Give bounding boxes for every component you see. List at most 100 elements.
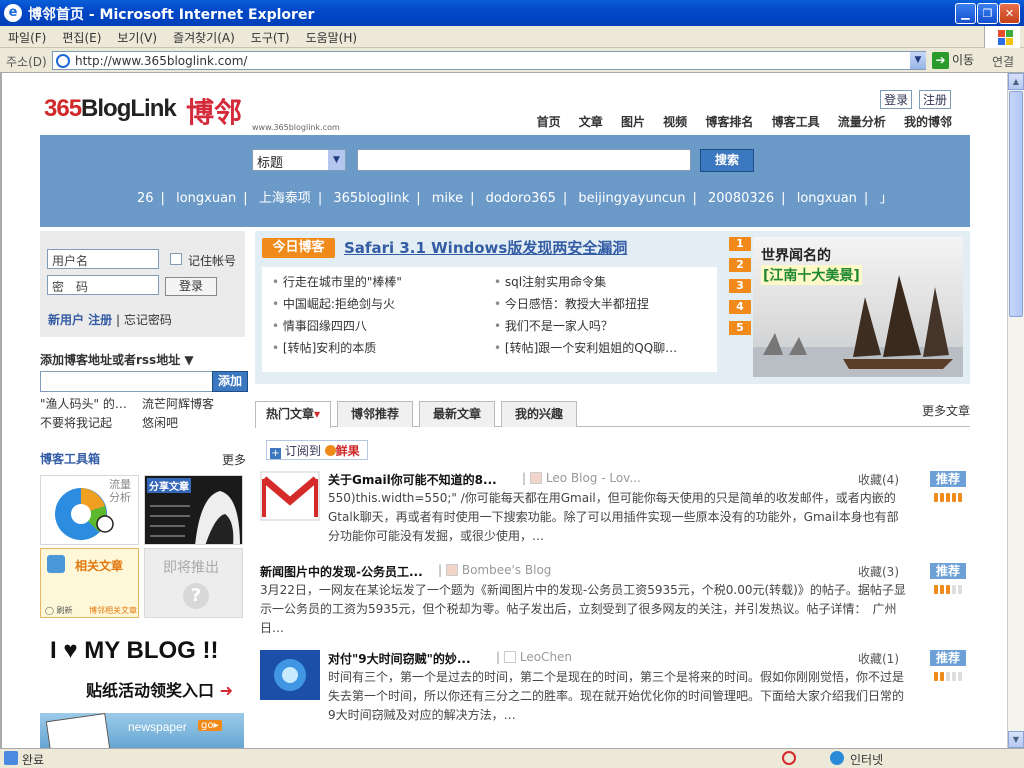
new-user-link[interactable]: 新用户 注册 (48, 313, 112, 327)
recommend-button[interactable]: 推荐 (930, 650, 966, 666)
featured-item[interactable]: 中国崛起:拒绝剑与火 (272, 295, 492, 317)
clock-thumbnail[interactable] (260, 650, 320, 700)
minimize-button[interactable]: ▁ (955, 3, 976, 24)
add-rss-button[interactable]: 添加 (212, 371, 248, 392)
menu-edit[interactable]: 편집(E) (54, 26, 109, 49)
nav-images[interactable]: 图片 (621, 115, 645, 129)
article-title[interactable]: 新闻图片中的发现-公务员工... (260, 563, 423, 580)
menu-file[interactable]: 파일(F) (0, 26, 54, 49)
recent-blog-link[interactable]: 不要将我记起 (40, 414, 127, 433)
remember-checkbox[interactable] (170, 253, 182, 265)
restore-button[interactable]: ❐ (977, 3, 998, 24)
tile-share[interactable]: 分享文章 (144, 475, 243, 545)
login-button[interactable]: 登录 (165, 277, 217, 296)
tile-coming-soon[interactable]: 即将推出 ? (144, 548, 243, 618)
tag-link[interactable]: 365bloglink (333, 191, 409, 206)
nav-traffic[interactable]: 流量分析 (838, 115, 886, 129)
tag-link[interactable]: longxuan (176, 191, 236, 206)
featured-item[interactable]: 我们不是一家人吗？ (494, 317, 714, 339)
tag-link[interactable]: 26 (137, 191, 154, 206)
favorite-count[interactable]: 收藏(3) (858, 563, 899, 580)
tag-link[interactable]: beijingyayuncun (578, 191, 685, 206)
tab-interest[interactable]: 我的兴趣 (501, 401, 577, 427)
featured-item[interactable]: sql注射实用命令集 (494, 273, 714, 295)
article-author[interactable]: | Leo Blog - Lov... (522, 471, 641, 485)
newspaper-banner[interactable]: newspaper go▸ (40, 713, 244, 748)
search-button[interactable]: 搜索 (700, 149, 754, 172)
tile-traffic[interactable]: 流量分析 (40, 475, 139, 545)
forgot-password-link[interactable]: 忘记密码 (124, 313, 172, 327)
featured-item[interactable]: 情事囧缘四四八 (272, 317, 492, 339)
featured-headline[interactable]: Safari 3.1 Windows版发现两安全漏洞 (344, 237, 627, 258)
menu-favorites[interactable]: 즐겨찾기(A) (165, 26, 243, 49)
username-field[interactable]: 用户名 (47, 249, 159, 269)
address-input[interactable]: http://www.365bloglink.com/ (52, 51, 926, 70)
slide-number[interactable]: 3 (729, 279, 751, 293)
featured-item[interactable]: [转帖]安利的本质 (272, 339, 492, 361)
search-type-select[interactable]: 标题 ▼ (252, 149, 346, 171)
links-label[interactable]: 연결 (992, 53, 1014, 70)
menu-help[interactable]: 도움말(H) (298, 26, 366, 49)
featured-image[interactable]: 世界闻名的 [江南十大美景] (753, 237, 963, 377)
tag-link[interactable]: 上海泰项 (259, 191, 311, 206)
nav-ranking[interactable]: 博客排名 (705, 115, 753, 129)
slide-number[interactable]: 2 (729, 258, 751, 272)
search-input[interactable] (357, 149, 691, 171)
favorite-count[interactable]: 收藏(4) (858, 471, 899, 488)
toolbox-more-link[interactable]: 更多 (222, 451, 246, 468)
close-button[interactable]: ✕ (999, 3, 1020, 24)
rating-bar-segment (958, 672, 962, 681)
menu-tools[interactable]: 도구(T) (243, 26, 298, 49)
tag-link[interactable]: longxuan (797, 191, 857, 206)
vertical-scrollbar[interactable]: ▲ ▼ (1007, 73, 1024, 748)
address-dropdown-icon[interactable]: ▼ (910, 52, 926, 69)
scroll-up-icon[interactable]: ▲ (1008, 73, 1024, 90)
recommend-button[interactable]: 推荐 (930, 563, 966, 579)
site-logo[interactable]: 365BlogLink 博邻 www.365bloglink.com (44, 95, 340, 132)
slide-number[interactable]: 5 (729, 321, 751, 335)
scroll-thumb[interactable] (1009, 91, 1023, 317)
nav-tools[interactable]: 博客工具 (772, 115, 820, 129)
tile-related-label: 相关文章 (75, 559, 124, 573)
my-blog-banner[interactable]: I ♥ MY BLOG !! 贴纸活动领奖入口 ➜ (40, 631, 244, 701)
recent-blog-link[interactable]: 悠闲吧 (142, 414, 262, 433)
subscribe-button[interactable]: + 订阅到 鲜果 (266, 440, 368, 460)
scroll-down-icon[interactable]: ▼ (1008, 731, 1024, 748)
recent-blog-link[interactable]: "渔人码头" 的… (40, 395, 127, 414)
more-articles-link[interactable]: 更多文章 (922, 402, 970, 419)
go-button[interactable]: ➔ 이동 (932, 51, 984, 70)
featured-item[interactable]: [转帖]跟一个安利姐姐的QQ聊… (494, 339, 714, 361)
tab-latest[interactable]: 最新文章 (419, 401, 495, 427)
tab-hot[interactable]: 热门文章▾ (255, 401, 331, 428)
register-link[interactable]: 注册 (918, 90, 951, 109)
menu-view[interactable]: 보기(V) (109, 26, 165, 49)
article-title[interactable]: 关于Gmail你可能不知道的8... (328, 471, 497, 488)
featured-item[interactable]: 今日感悟：教授大半都扭捏 (494, 295, 714, 317)
recommend-button[interactable]: 推荐 (930, 471, 966, 487)
tab-recommended[interactable]: 博邻推荐 (337, 401, 413, 427)
windows-logo-icon (984, 26, 1020, 48)
featured-item[interactable]: 行走在城市里的"棒棒" (272, 273, 492, 295)
nav-home[interactable]: 首页 (537, 115, 561, 129)
nav-my[interactable]: 我的博邻 (904, 115, 952, 129)
gmail-icon[interactable] (260, 471, 320, 521)
tag-link[interactable]: 20080326 (708, 191, 774, 206)
tag-link[interactable]: mike (432, 191, 463, 206)
recent-blog-link[interactable]: 流芒阿辉博客 (142, 395, 262, 414)
article-author[interactable]: | LeoChen (496, 650, 572, 664)
privacy-icon[interactable] (782, 751, 796, 765)
slide-number[interactable]: 1 (729, 237, 751, 251)
article-author-name: Bombee's Blog (461, 563, 552, 577)
article-author[interactable]: | Bombee's Blog (438, 563, 551, 577)
nav-video[interactable]: 视频 (663, 115, 687, 129)
rss-input[interactable] (40, 371, 214, 392)
favorite-count[interactable]: 收藏(1) (858, 650, 899, 667)
slide-number[interactable]: 4 (729, 300, 751, 314)
article-title[interactable]: 对付"9大时间窃贼"的妙... (328, 650, 471, 667)
tile-related[interactable]: 相关文章 ◯ 刷新 博邻相关文章 (40, 548, 139, 618)
login-link[interactable]: 登录 (880, 90, 913, 109)
password-field[interactable]: 密 码 (47, 275, 159, 295)
tag-link[interactable]: dodoro365 (486, 191, 556, 206)
tag-link[interactable]: 」 (879, 191, 892, 206)
nav-articles[interactable]: 文章 (579, 115, 603, 129)
